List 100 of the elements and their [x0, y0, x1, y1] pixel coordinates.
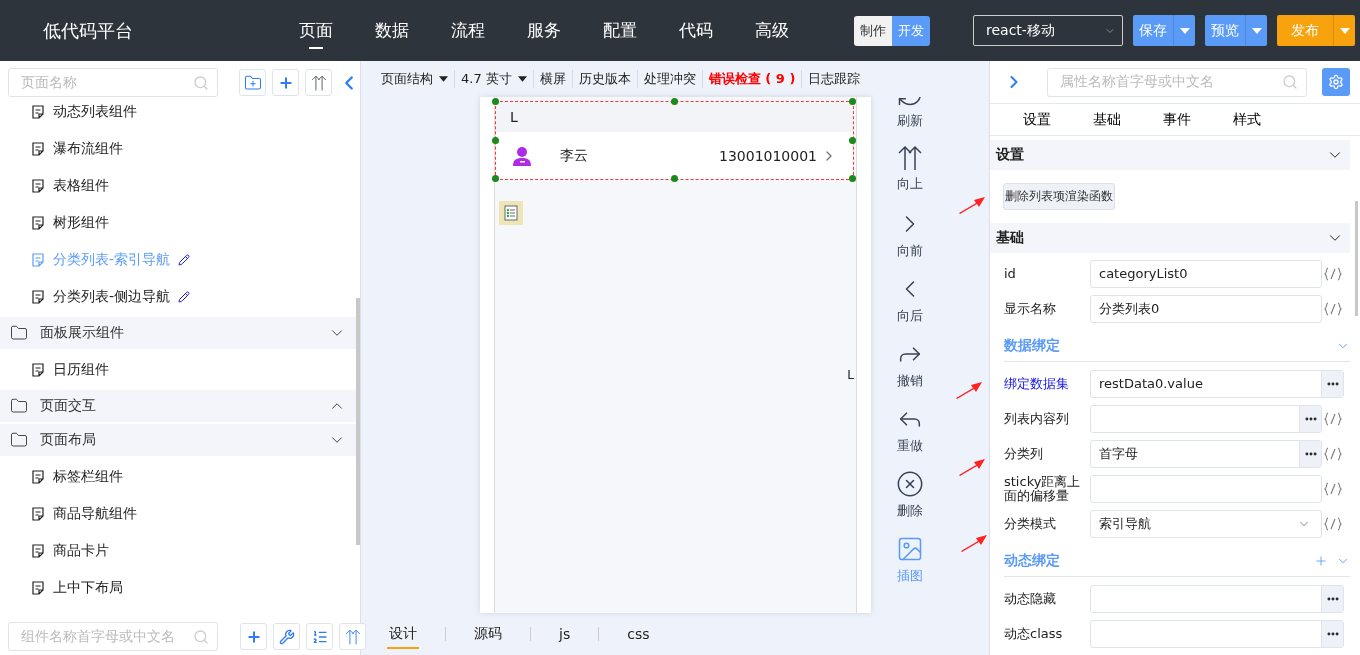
- page-icon: [31, 104, 45, 119]
- list-component-icon[interactable]: [499, 201, 523, 225]
- resize-handle[interactable]: [849, 175, 856, 182]
- more-button[interactable]: [1299, 440, 1321, 467]
- resize-handle[interactable]: [492, 175, 499, 182]
- index-letter[interactable]: L: [847, 368, 854, 382]
- input-field[interactable]: 分类列表0: [1090, 294, 1322, 323]
- field-label: 动态隐藏: [1004, 591, 1057, 606]
- nav-tab[interactable]: 代码: [658, 0, 734, 61]
- add-button[interactable]: [272, 69, 299, 96]
- nav-tab[interactable]: 配置: [582, 0, 658, 61]
- tool-button[interactable]: 删除: [896, 470, 924, 535]
- page-item[interactable]: 日历组件: [0, 351, 360, 388]
- page-item[interactable]: 瀑布流组件: [0, 130, 360, 167]
- code-icon[interactable]: [1324, 411, 1342, 426]
- toolbar-item[interactable]: 历史版本: [571, 70, 637, 88]
- editor-tab[interactable]: 源码: [472, 619, 504, 649]
- field-label: 绑定数据集: [1004, 376, 1070, 391]
- folder-icon: [10, 431, 28, 449]
- input-field[interactable]: restData0.value: [1090, 369, 1344, 398]
- new-folder-button[interactable]: [239, 69, 266, 96]
- framework-select[interactable]: react-移动: [973, 15, 1123, 46]
- toolbar-item[interactable]: 处理冲突: [636, 70, 702, 88]
- nav-tab[interactable]: 页面: [278, 0, 354, 61]
- circle-x-icon: [896, 470, 924, 498]
- page-item[interactable]: 树形组件: [0, 204, 360, 241]
- more-button[interactable]: [1321, 585, 1343, 612]
- add-button[interactable]: [240, 623, 267, 650]
- code-icon[interactable]: [1324, 516, 1342, 531]
- page-icon: [31, 580, 45, 595]
- page-item[interactable]: 标签栏组件: [0, 458, 360, 495]
- input-field[interactable]: [1090, 474, 1322, 503]
- page-icon: [31, 289, 45, 304]
- toolbar-item[interactable]: 横屏: [532, 70, 572, 88]
- page-icon: [31, 141, 45, 156]
- folder-icon: [10, 324, 28, 342]
- toolbar-item[interactable]: 页面结构: [375, 70, 454, 88]
- nav-tab[interactable]: 服务: [506, 0, 582, 61]
- input-field[interactable]: [1090, 584, 1344, 613]
- toolbar-item[interactable]: 日志跟踪: [801, 70, 867, 88]
- input-field[interactable]: 首字母: [1090, 439, 1322, 468]
- page-item[interactable]: 分类列表-侧边导航: [0, 278, 360, 315]
- caret-icon: [439, 76, 448, 82]
- sort-button[interactable]: [339, 623, 366, 650]
- nav-tab[interactable]: 高级: [734, 0, 810, 61]
- editor-tab[interactable]: css: [625, 620, 652, 648]
- code-icon[interactable]: [1324, 446, 1342, 461]
- more-button[interactable]: [1321, 370, 1343, 397]
- code-icon[interactable]: [1324, 266, 1342, 281]
- caret-icon: [1339, 27, 1350, 34]
- editor-tab[interactable]: js: [557, 620, 573, 648]
- field-label: sticky距离上面的偏移量: [1004, 474, 1082, 503]
- section-header[interactable]: 基础: [990, 223, 1350, 253]
- toolbar-item[interactable]: 错误检查 ( 9 ): [701, 70, 802, 88]
- tool-button[interactable]: 向后: [896, 275, 924, 340]
- field-label: id: [1004, 266, 1017, 281]
- tool-button[interactable]: 刷新: [896, 97, 924, 145]
- more-button[interactable]: [1321, 620, 1343, 647]
- page-icon: [31, 215, 45, 230]
- code-icon[interactable]: [1324, 481, 1342, 496]
- inspector-tab[interactable]: 事件: [1142, 110, 1212, 129]
- tool-button[interactable]: 向前: [896, 210, 924, 275]
- mode-toggle-button[interactable]: 制作: [854, 15, 892, 46]
- input-field[interactable]: [1090, 404, 1322, 433]
- pencil-icon[interactable]: [178, 253, 191, 266]
- page-item[interactable]: 上中下布局: [0, 569, 360, 606]
- pencil-icon[interactable]: [178, 290, 191, 303]
- settings-icon: [1328, 74, 1344, 90]
- folder-plus-icon: [243, 73, 262, 92]
- input-field[interactable]: categoryList0: [1090, 259, 1322, 288]
- scrollbar[interactable]: [1355, 201, 1358, 316]
- scrollbar[interactable]: [356, 298, 360, 545]
- inspector-tab[interactable]: 基础: [1072, 110, 1142, 129]
- page-icon: [31, 252, 45, 267]
- input-field[interactable]: [1090, 619, 1344, 648]
- settings-button[interactable]: [1322, 68, 1350, 96]
- tool-button[interactable]: 向上: [897, 145, 923, 210]
- code-icon[interactable]: [1324, 301, 1342, 316]
- section-header[interactable]: 设置: [990, 140, 1350, 170]
- toolbar-item[interactable]: 4.7 英寸: [454, 70, 533, 88]
- delete-render-function-button[interactable]: 删除列表项渲染函数: [1003, 183, 1115, 210]
- resize-handle[interactable]: [849, 98, 856, 105]
- list-order-button[interactable]: [306, 623, 333, 650]
- more-button[interactable]: [1299, 405, 1321, 432]
- tool-button[interactable]: 撤销: [896, 340, 924, 405]
- editor-tab[interactable]: 设计: [387, 619, 419, 649]
- wrench-button[interactable]: [273, 623, 300, 650]
- nav-tab[interactable]: 流程: [430, 0, 506, 61]
- page-item[interactable]: 商品卡片: [0, 532, 360, 569]
- select-field[interactable]: 索引导航: [1090, 509, 1322, 538]
- inspector-tab[interactable]: 设置: [1002, 110, 1072, 129]
- sort-button[interactable]: [305, 69, 332, 96]
- tool-button[interactable]: 重做: [896, 405, 924, 470]
- search-icon: [193, 74, 209, 91]
- nav-tab[interactable]: 数据: [354, 0, 430, 61]
- inspector-tab[interactable]: 样式: [1212, 110, 1282, 129]
- page-item[interactable]: 表格组件: [0, 167, 360, 204]
- page-item[interactable]: 商品导航组件: [0, 495, 360, 532]
- resize-handle[interactable]: [492, 98, 499, 105]
- list-item[interactable]: 李云 13001010001: [496, 132, 853, 179]
